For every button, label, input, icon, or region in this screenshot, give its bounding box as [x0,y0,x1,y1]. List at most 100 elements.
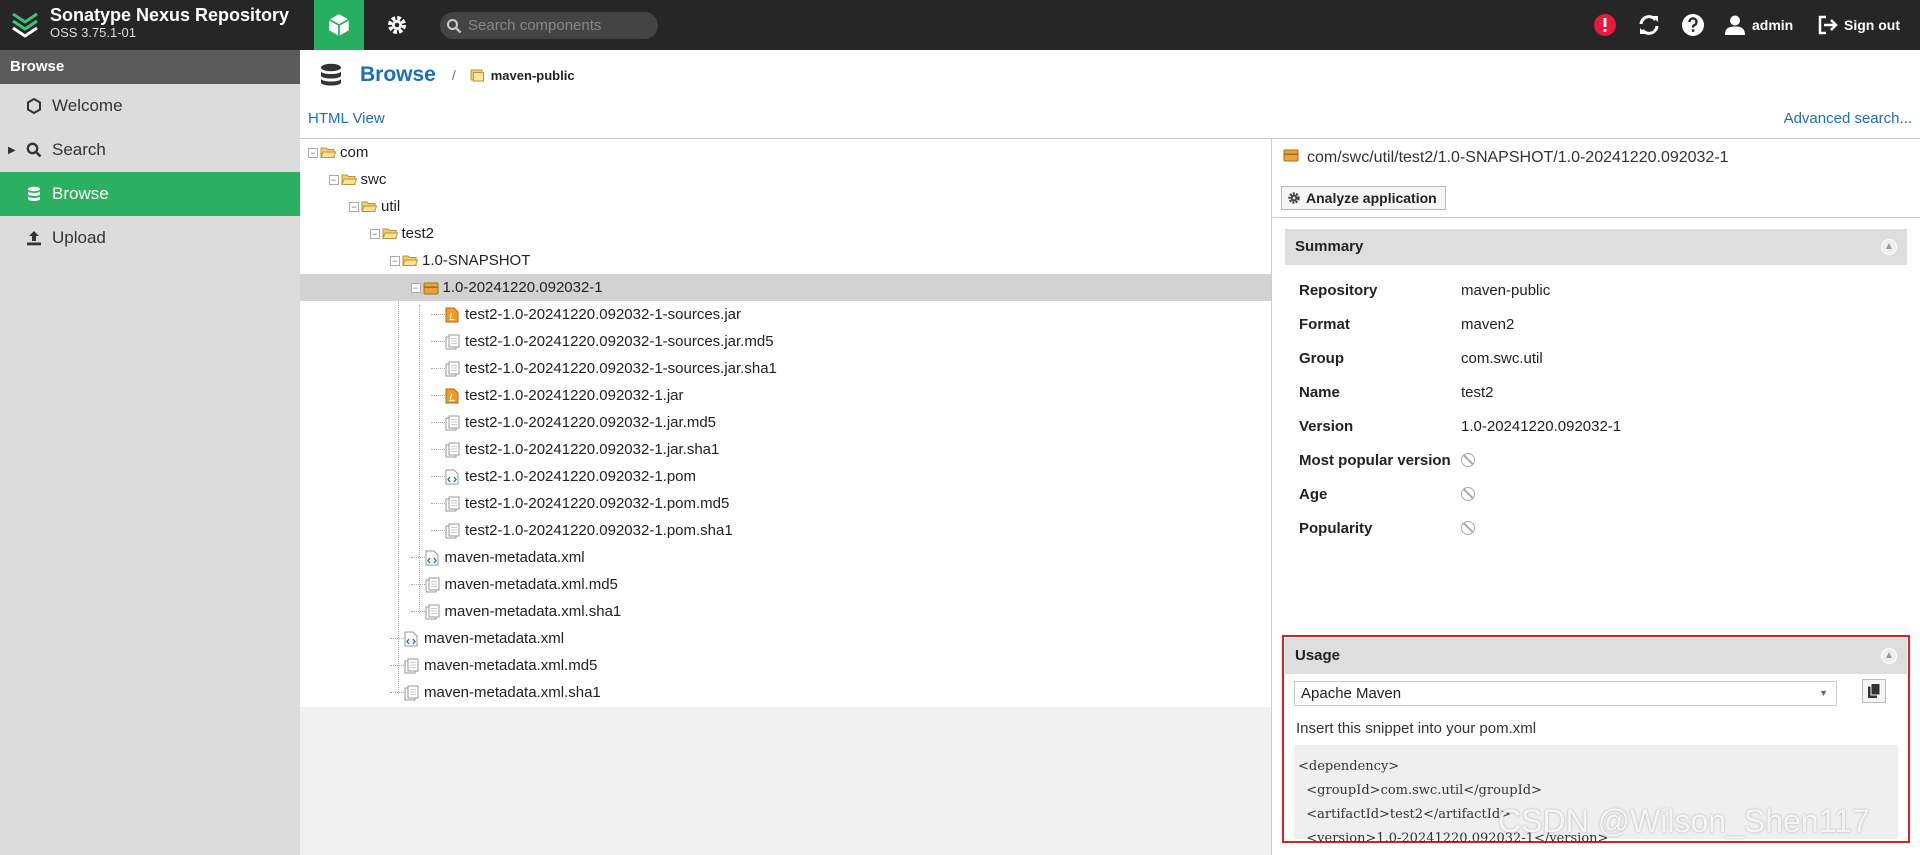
analyze-application-button[interactable]: Analyze application [1281,186,1446,210]
sidebar-item-welcome[interactable]: Welcome [0,84,300,128]
sidebar-item-browse[interactable]: Browse [0,172,300,216]
collapse-toggle-icon[interactable]: − [369,228,380,239]
cube-icon [328,14,350,36]
sidebar-item-search[interactable]: ▶ Search [0,128,300,172]
summary-key: Format [1299,315,1350,333]
sidebar-item-label: Welcome [52,96,123,115]
tree-node-label: test2-1.0-20241220.092032-1.pom [465,468,697,485]
browse-mode-button[interactable] [314,0,364,50]
breadcrumb-repository[interactable]: maven-public [491,68,575,83]
admin-mode-button[interactable] [372,0,422,50]
top-header: Sonatype Nexus Repository OSS 3.75.1-01 [0,0,1920,50]
tree-node[interactable]: maven-metadata.xml.sha1 [300,679,1271,706]
gear-icon [388,16,406,34]
tree-node[interactable]: test2-1.0-20241220.092032-1.pom [300,463,1271,490]
tree-connector [431,422,445,423]
breadcrumb: Browse / maven-public [320,60,575,90]
build-tool-select[interactable]: Apache Maven ▼ [1294,681,1837,706]
gear-icon [1288,192,1300,204]
tree-node[interactable]: − swc [300,166,1271,193]
tree-node[interactable]: − 1.0-20241220.092032-1 [300,274,1271,301]
tree-node[interactable]: − test2 [300,220,1271,247]
tree-node-label: test2-1.0-20241220.092032-1-sources.jar [465,306,742,323]
tree-node-label: 1.0-20241220.092032-1 [442,279,603,296]
search-input[interactable] [468,17,648,34]
tree-node[interactable]: maven-metadata.xml.md5 [300,571,1271,598]
collapse-toggle-icon[interactable]: − [349,201,359,212]
file-icon [425,604,441,620]
tree-node-label: maven-metadata.xml.md5 [444,576,618,593]
tree-node[interactable]: test2-1.0-20241220.092032-1.jar.sha1 [300,436,1271,463]
brand[interactable]: Sonatype Nexus Repository OSS 3.75.1-01 [10,5,289,41]
collapse-chevron-icon[interactable]: ▲ [1881,239,1897,255]
sidebar-item-upload[interactable]: Upload [0,216,300,260]
tree-node[interactable]: test2-1.0-20241220.092032-1.pom.md5 [300,490,1271,517]
tree-node[interactable]: test2-1.0-20241220.092032-1.pom.sha1 [300,517,1271,544]
tree-node[interactable]: − util [300,193,1271,220]
tree-connector [431,449,445,450]
xml-file-icon [425,550,441,566]
usage-header[interactable]: Usage ▲ [1285,638,1907,674]
tree-node[interactable]: − 1.0-SNAPSHOT [300,247,1271,274]
html-view-link[interactable]: HTML View [308,110,385,127]
tree-connector [410,557,425,558]
tree-node-label: test2-1.0-20241220.092032-1.jar.md5 [465,414,717,431]
user-menu[interactable]: admin [1724,10,1793,40]
build-tool-value: Apache Maven [1301,685,1402,702]
refresh-button[interactable] [1634,10,1664,40]
expand-caret-icon[interactable]: ▶ [8,145,16,156]
sidebar-heading: Browse [0,50,300,84]
signout-button[interactable]: Sign out [1818,10,1900,40]
copy-snippet-button[interactable] [1862,679,1886,703]
summary-header[interactable]: Summary ▲ [1285,229,1907,265]
summary-row: Repository maven-public [1285,273,1907,307]
tree-node-label: util [381,198,401,215]
help-icon [1682,14,1704,36]
tree-node[interactable]: − com [300,139,1271,166]
tree-node[interactable]: maven-metadata.xml.sha1 [300,598,1271,625]
tree-panel: − com − swc − util − test2 − 1.0-SNAPSHOT − 1.0-202… [300,139,1272,855]
component-icon [1283,147,1299,168]
database-icon [321,63,341,86]
advanced-search-link[interactable]: Advanced search... [1784,110,1912,127]
file-icon [404,685,420,701]
tree-node[interactable]: test2-1.0-20241220.092032-1.jar.md5 [300,409,1271,436]
xml-file-icon [445,469,461,485]
hexagon-icon [26,98,42,114]
tree-node[interactable]: test2-1.0-20241220.092032-1-sources.jar.… [300,355,1271,382]
tree-node-label: test2-1.0-20241220.092032-1.pom.sha1 [465,522,733,539]
breadcrumb-browse-link[interactable]: Browse [360,63,436,87]
collapse-toggle-icon[interactable]: − [390,255,400,266]
file-icon [445,442,461,458]
collapse-toggle-icon[interactable]: − [308,147,318,158]
summary-key: Name [1299,383,1340,401]
refresh-icon [1639,15,1659,35]
details-panel: com/swc/util/test2/1.0-SNAPSHOT/1.0-2024… [1273,139,1920,855]
breadcrumb-separator: / [451,67,456,83]
system-alert-button[interactable] [1590,10,1620,40]
sidebar-item-label: Upload [52,228,106,247]
app-title: Sonatype Nexus Repository [50,5,290,25]
component-icon [423,280,439,296]
collapse-toggle-icon[interactable]: − [328,174,339,185]
summary-row: Name test2 [1285,375,1907,409]
summary-value: 1.0-20241220.092032-1 [1461,417,1622,435]
tree-node[interactable]: maven-metadata.xml [300,625,1271,652]
collapse-toggle-icon[interactable]: − [410,282,421,293]
signout-icon [1818,15,1838,35]
collapse-chevron-icon[interactable]: ▲ [1881,648,1897,664]
nexus-logo-icon [12,12,38,38]
tree-node[interactable]: test2-1.0-20241220.092032-1-sources.jar.… [300,328,1271,355]
folder-icon [340,172,357,188]
file-icon [445,523,461,539]
tree-node[interactable]: maven-metadata.xml.md5 [300,652,1271,679]
tree-node-label: maven-metadata.xml.sha1 [444,603,622,620]
database-icon [26,186,42,202]
search-box[interactable] [440,12,658,39]
search-icon [26,142,42,158]
tree-node[interactable]: test2-1.0-20241220.092032-1-sources.jar [300,301,1271,328]
help-button[interactable] [1678,10,1708,40]
not-available-icon [1461,487,1475,501]
tree-node[interactable]: test2-1.0-20241220.092032-1.jar [300,382,1271,409]
tree-node[interactable]: maven-metadata.xml [300,544,1271,571]
